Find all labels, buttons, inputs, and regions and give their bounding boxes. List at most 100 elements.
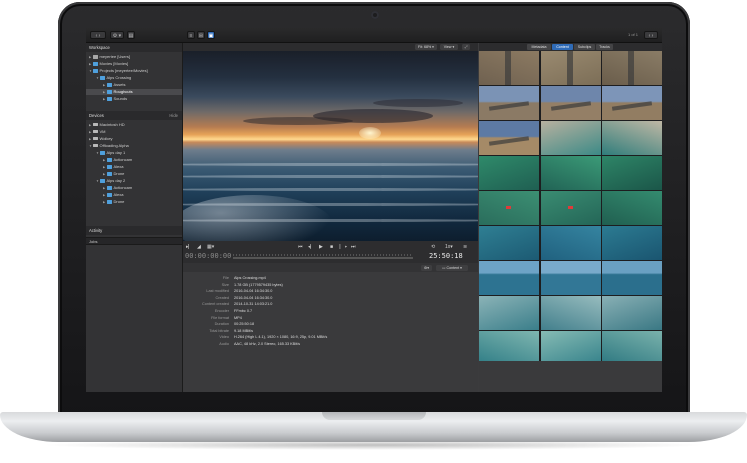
clip-thumbnail[interactable] xyxy=(479,51,539,85)
clip-thumbnail[interactable] xyxy=(602,51,662,85)
clip-thumbnail[interactable] xyxy=(602,86,662,120)
viewer-view-icon[interactable]: ▣ xyxy=(207,31,215,39)
sidebar-item[interactable]: ▶ meyertee [Users] xyxy=(86,54,182,60)
timeline-scrubber[interactable] xyxy=(233,257,413,259)
sidebar-item[interactable]: ▶ VM xyxy=(86,129,182,135)
wave-line xyxy=(183,163,478,166)
clip-thumbnail[interactable] xyxy=(540,121,601,155)
clip-thumbnail[interactable] xyxy=(602,331,662,365)
clip-thumbnail[interactable] xyxy=(540,331,601,365)
sidebar-item[interactable]: ▶ Assets xyxy=(86,82,182,88)
sidebar-item-label: Macintosh HD xyxy=(99,122,125,127)
sidebar-item-label: Alexa xyxy=(113,192,124,197)
sidebar-item[interactable]: ▶ Roughcuts xyxy=(86,89,182,95)
skip-forward-icon[interactable]: ⏭ xyxy=(351,244,356,250)
loop-icon[interactable]: ⟲ xyxy=(431,244,435,250)
settings-menu-button[interactable]: ⚙ ▾ xyxy=(110,31,124,39)
clip-thumbnail[interactable] xyxy=(479,331,539,365)
clip-thumbnail[interactable] xyxy=(540,226,601,260)
clip-thumbnail[interactable] xyxy=(479,226,539,260)
audio-waveform-icon[interactable]: ≋ xyxy=(463,244,467,250)
mark-in-icon[interactable]: ▸⎸ xyxy=(186,244,194,250)
cloud-layer xyxy=(373,99,463,107)
stop-icon[interactable]: ■ xyxy=(330,244,333,250)
clip-thumbnail[interactable] xyxy=(540,86,601,120)
back-forward-buttons[interactable]: ‹ › xyxy=(90,31,106,39)
timecode-duration: 25:50:18 xyxy=(429,252,463,260)
metadata-panel: ⚙▾ ▭ Content ▾ File Alps Crossing.mp4 Size… xyxy=(183,263,478,392)
sidebar-item[interactable]: ▼ Alps day 2 xyxy=(86,178,182,184)
clip-thumbnail[interactable] xyxy=(602,261,662,295)
gear-icon[interactable]: ⚙▾ xyxy=(421,265,432,271)
video-player-frame[interactable] xyxy=(183,51,478,241)
scopes-icon[interactable]: ▦▾ xyxy=(207,244,214,250)
list-view-icon[interactable]: ≡ xyxy=(187,31,195,39)
sidebar-item-label: Wolkey xyxy=(99,136,113,141)
metadata-value: Alps Crossing.mp4 xyxy=(234,276,266,280)
clip-thumbnail[interactable] xyxy=(479,156,539,190)
sidebar-item[interactable]: ▶ Alexa xyxy=(86,164,182,170)
road-stripe xyxy=(488,101,530,111)
sidebar: Workspace ▶ meyertee [Users] ▶ Movies [Movi… xyxy=(86,43,183,392)
sidebar-item[interactable]: ▶ Alexa xyxy=(86,192,182,198)
nav-arrows[interactable]: ‹ › xyxy=(644,31,658,39)
tab-tracks[interactable]: Tracks xyxy=(596,44,613,50)
activity-header: Activity xyxy=(86,226,182,235)
sidebar-item[interactable]: ▶ Macintosh HD xyxy=(86,122,182,128)
view-dropdown[interactable]: View ▾ xyxy=(440,44,458,50)
thumbnail-grid xyxy=(479,51,662,392)
clip-thumbnail[interactable] xyxy=(479,86,539,120)
clip-thumbnail[interactable] xyxy=(479,261,539,295)
grid-view-icon[interactable]: ⊞ xyxy=(197,31,205,39)
sidebar-item-label: meyertee [Users] xyxy=(99,54,130,59)
sidebar-item[interactable]: ▶ Sounds xyxy=(86,96,182,102)
clip-thumbnail[interactable] xyxy=(479,191,539,225)
road-stripe xyxy=(611,101,653,111)
clip-thumbnail[interactable] xyxy=(540,261,601,295)
sidebar-item[interactable]: ▶ Movies [Movies] xyxy=(86,61,182,67)
sidebar-item-label: Drone xyxy=(113,171,125,176)
shore-foam xyxy=(183,195,333,241)
laptop-opening-notch xyxy=(322,412,426,420)
step-back-icon[interactable]: ◂⎸ xyxy=(308,244,316,250)
clip-thumbnail[interactable] xyxy=(540,191,601,225)
fit-zoom-dropdown[interactable]: Fit: 68% ▾ xyxy=(415,44,437,50)
folder-icon xyxy=(107,200,112,204)
skip-back-icon[interactable]: ⏮ xyxy=(298,244,303,250)
fullscreen-icon[interactable]: ⤢ xyxy=(462,44,470,50)
tab-subclips[interactable]: Subclips xyxy=(574,44,595,50)
step-forward-icon[interactable]: ⎸▸ xyxy=(340,244,347,250)
tab-content[interactable]: Content xyxy=(552,44,573,50)
clip-thumbnail[interactable] xyxy=(540,296,601,330)
clip-thumbnail[interactable] xyxy=(479,121,539,155)
volume-icon[interactable]: ◢ xyxy=(197,244,201,250)
sidebar-item[interactable]: ▼ Offloading Alpha xyxy=(86,143,182,149)
sidebar-item[interactable]: ▼ Alps day 1 xyxy=(86,150,182,156)
metadata-row: File format MP4 xyxy=(183,315,478,321)
clip-thumbnail[interactable] xyxy=(540,156,601,190)
play-icon[interactable]: ▶ xyxy=(319,244,323,250)
speed-dropdown[interactable]: 1x▾ xyxy=(445,244,453,250)
clip-thumbnail[interactable] xyxy=(540,51,601,85)
road-stripe xyxy=(505,51,511,85)
sidebar-item[interactable]: ▼ Projects [meyertee/Movies] xyxy=(86,68,182,74)
sidebar-item[interactable]: ▶ Actioncam xyxy=(86,185,182,191)
jobs-field[interactable]: Jobs xyxy=(86,237,182,245)
sidebar-item[interactable]: ▶ Drone xyxy=(86,199,182,205)
sidebar-item[interactable]: ▶ Drone xyxy=(86,171,182,177)
clip-thumbnail[interactable] xyxy=(602,156,662,190)
devices-hide-link[interactable]: Hide xyxy=(169,111,178,120)
share-icon[interactable]: ▤ xyxy=(127,31,135,39)
clip-thumbnail[interactable] xyxy=(602,121,662,155)
clip-thumbnail[interactable] xyxy=(602,226,662,260)
folder-icon xyxy=(107,165,112,169)
content-dropdown[interactable]: ▭ Content ▾ xyxy=(436,265,468,271)
road-stripe xyxy=(550,101,591,111)
tab-metadata[interactable]: Metadata xyxy=(527,44,551,50)
clip-thumbnail[interactable] xyxy=(479,296,539,330)
clip-thumbnail[interactable] xyxy=(602,296,662,330)
sidebar-item[interactable]: ▶ Actioncam xyxy=(86,157,182,163)
clip-thumbnail[interactable] xyxy=(602,191,662,225)
sidebar-item[interactable]: ▼ Alps Crossing xyxy=(86,75,182,81)
sidebar-item[interactable]: ▶ Wolkey xyxy=(86,136,182,142)
